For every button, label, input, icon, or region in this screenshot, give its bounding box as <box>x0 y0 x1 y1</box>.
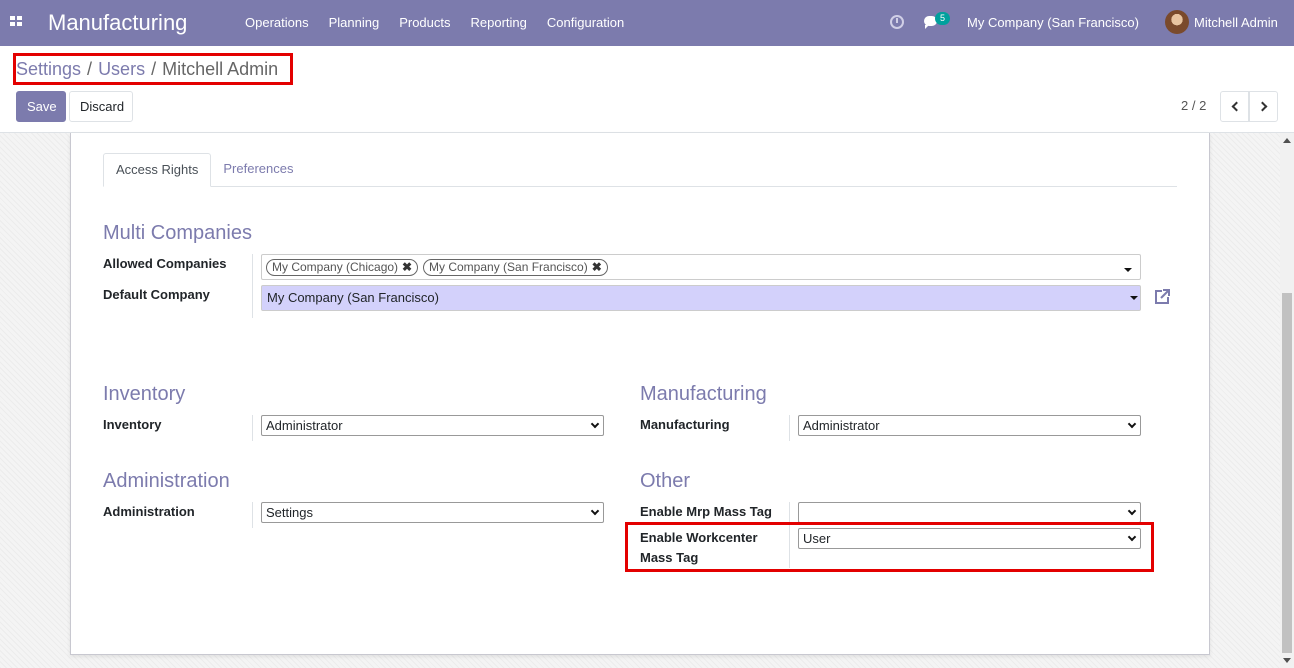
tag-label: My Company (Chicago) <box>272 260 399 274</box>
pager-value[interactable]: 2 / 2 <box>1181 98 1206 113</box>
section-title-inventory: Inventory <box>103 383 186 405</box>
app-brand[interactable]: Manufacturing <box>48 10 187 36</box>
label-enable-mrp-mass-tag: Enable Mrp Mass Tag <box>640 504 772 519</box>
allowed-companies-field[interactable]: My Company (Chicago) ✖ My Company (San Fr… <box>261 254 1141 280</box>
notebook-tabs: Access Rights Preferences <box>103 153 1177 187</box>
pager-previous-button[interactable] <box>1220 91 1249 122</box>
vertical-scrollbar[interactable] <box>1280 133 1294 668</box>
pager-next-button[interactable] <box>1249 91 1278 122</box>
label-manufacturing: Manufacturing <box>640 417 730 432</box>
section-title-manufacturing: Manufacturing <box>640 383 767 405</box>
external-link-icon[interactable] <box>1152 287 1172 307</box>
field-divider <box>252 254 253 318</box>
chevron-right-icon <box>1257 101 1267 112</box>
chevron-down-icon <box>590 506 600 516</box>
chevron-down-icon <box>1127 506 1137 516</box>
field-divider <box>789 415 790 441</box>
dropdown-arrow-icon[interactable] <box>1124 268 1132 272</box>
menu-operations[interactable]: Operations <box>235 0 319 46</box>
user-avatar[interactable] <box>1165 10 1189 34</box>
dropdown-arrow-icon[interactable] <box>1130 296 1138 300</box>
administration-select-value: Settings <box>266 505 313 520</box>
top-navbar: Manufacturing Operations Planning Produc… <box>0 0 1294 46</box>
inventory-select[interactable]: Administrator <box>261 415 604 436</box>
company-switcher[interactable]: My Company (San Francisco) <box>967 15 1139 30</box>
default-company-field[interactable]: My Company (San Francisco) <box>261 285 1141 311</box>
tag-remove-icon[interactable]: ✖ <box>592 260 602 274</box>
scroll-down-arrow-icon[interactable] <box>1283 658 1291 663</box>
section-title-administration: Administration <box>103 470 230 492</box>
main-menu: Operations Planning Products Reporting C… <box>235 0 634 46</box>
chevron-down-icon <box>1127 419 1137 429</box>
chevron-down-icon <box>590 419 600 429</box>
tag-company-san-francisco: My Company (San Francisco) ✖ <box>423 259 608 276</box>
menu-configuration[interactable]: Configuration <box>537 0 634 46</box>
field-divider <box>252 502 253 528</box>
manufacturing-select-value: Administrator <box>803 418 880 433</box>
save-button[interactable]: Save <box>16 91 66 122</box>
workcenter-highlight-box <box>625 522 1154 572</box>
scroll-thumb[interactable] <box>1282 293 1292 653</box>
section-title-other: Other <box>640 470 691 492</box>
user-menu[interactable]: Mitchell Admin <box>1194 15 1278 30</box>
menu-products[interactable]: Products <box>389 0 460 46</box>
administration-select[interactable]: Settings <box>261 502 604 523</box>
apps-menu-icon[interactable] <box>10 16 23 27</box>
discard-button[interactable]: Discard <box>69 91 133 122</box>
activity-clock-icon[interactable] <box>890 15 904 29</box>
label-default-company: Default Company <box>103 287 210 302</box>
mrp-mass-tag-select[interactable] <box>798 502 1141 523</box>
menu-planning[interactable]: Planning <box>319 0 390 46</box>
tag-company-chicago: My Company (Chicago) ✖ <box>266 259 419 276</box>
scroll-up-arrow-icon[interactable] <box>1283 138 1291 143</box>
section-title-multi-companies: Multi Companies <box>103 222 252 244</box>
menu-reporting[interactable]: Reporting <box>461 0 537 46</box>
label-inventory: Inventory <box>103 417 162 432</box>
manufacturing-select[interactable]: Administrator <box>798 415 1141 436</box>
label-administration: Administration <box>103 504 195 519</box>
tag-remove-icon[interactable]: ✖ <box>402 260 412 274</box>
tab-preferences[interactable]: Preferences <box>211 153 305 186</box>
field-divider <box>252 415 253 441</box>
inventory-select-value: Administrator <box>266 418 343 433</box>
tag-label: My Company (San Francisco) <box>429 260 588 274</box>
chat-count-badge: 5 <box>935 12 951 25</box>
default-company-value: My Company (San Francisco) <box>267 290 439 305</box>
chevron-left-icon <box>1231 101 1241 112</box>
label-allowed-companies: Allowed Companies <box>103 256 227 271</box>
breadcrumb-highlight-box <box>13 53 293 85</box>
tab-access-rights[interactable]: Access Rights <box>103 153 212 187</box>
control-panel: Settings / Users / Mitchell Admin Save D… <box>0 46 1294 133</box>
